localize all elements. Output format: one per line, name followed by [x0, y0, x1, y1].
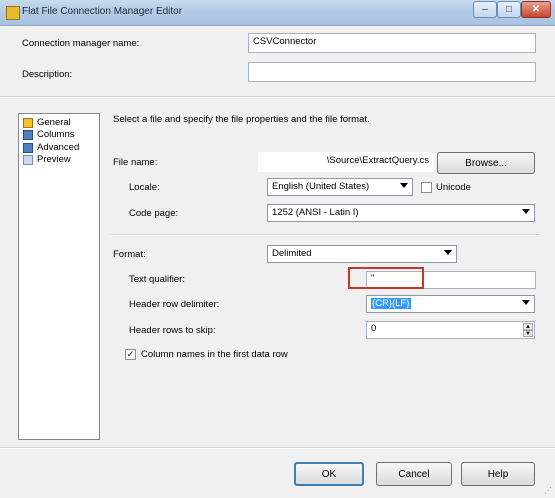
tree-item-preview[interactable]: Preview	[23, 153, 71, 166]
unicode-label: Unicode	[436, 182, 471, 193]
code-page-value: 1252 (ANSI - Latin I)	[272, 207, 359, 218]
header-row-delimiter-value: {CR}{LF}	[371, 298, 411, 309]
format-select[interactable]: Delimited	[267, 245, 457, 263]
highlight-box	[348, 267, 424, 289]
spin-up-icon[interactable]: ▲	[523, 323, 533, 330]
checkmark-icon: ✓	[126, 349, 135, 359]
connection-name-label: Connection manager name:	[22, 38, 140, 49]
app-icon	[6, 6, 20, 20]
window-title: Flat File Connection Manager Editor	[22, 6, 183, 17]
minimize-button[interactable]: –	[473, 1, 497, 18]
spin-down-icon[interactable]: ▼	[523, 330, 533, 337]
column-names-checkbox[interactable]: ✓	[125, 349, 136, 360]
top-divider	[0, 96, 555, 98]
help-button[interactable]: Help	[461, 462, 535, 486]
header-rows-to-skip-label: Header rows to skip:	[129, 325, 216, 336]
file-name-label: File name:	[113, 157, 158, 168]
general-icon	[23, 117, 33, 128]
tree-item-label: Columns	[37, 129, 75, 140]
column-names-label: Column names in the first data row	[141, 349, 288, 360]
close-button[interactable]: ✕	[521, 1, 551, 18]
locale-select[interactable]: English (United States)	[267, 178, 413, 196]
bottom-divider	[0, 447, 555, 449]
cancel-button[interactable]: Cancel	[376, 462, 452, 486]
locale-label: Locale:	[129, 182, 160, 193]
tree-item-label: Advanced	[37, 142, 80, 153]
format-label: Format:	[113, 249, 146, 260]
header-rows-to-skip-stepper[interactable]: 0 ▲ ▼	[366, 321, 535, 339]
file-name-input[interactable]: \Source\ExtractQuery.cs	[258, 152, 434, 172]
resize-grip-icon[interactable]: ⋰	[544, 487, 552, 495]
intro-text: Select a file and specify the file prope…	[113, 114, 370, 125]
connection-name-input[interactable]: CSVConnector	[248, 33, 536, 53]
description-input[interactable]	[248, 62, 536, 82]
tree-item-label: Preview	[37, 154, 71, 165]
page-tree[interactable]: General Columns Advanced Preview	[18, 113, 100, 440]
code-page-select[interactable]: 1252 (ANSI - Latin I)	[267, 204, 535, 222]
header-row-delimiter-label: Header row delimiter:	[129, 299, 220, 310]
title-bar[interactable]: Flat File Connection Manager Editor – □ …	[0, 0, 555, 26]
maximize-button[interactable]: □	[497, 1, 521, 18]
advanced-icon	[23, 142, 33, 153]
tree-item-label: General	[37, 117, 71, 128]
code-page-label: Code page:	[129, 208, 179, 219]
tree-item-columns[interactable]: Columns	[23, 128, 75, 141]
chevron-down-icon	[522, 209, 530, 214]
description-label: Description:	[22, 69, 73, 80]
columns-icon	[23, 129, 33, 140]
section-divider	[111, 234, 539, 236]
chevron-down-icon	[444, 250, 452, 255]
header-row-delimiter-select[interactable]: {CR}{LF}	[366, 295, 535, 313]
preview-icon	[23, 154, 33, 165]
text-qualifier-label: Text qualifier:	[129, 274, 185, 285]
format-value: Delimited	[272, 248, 312, 259]
ok-button[interactable]: OK	[294, 462, 364, 486]
header-rows-to-skip-value: 0	[371, 323, 377, 334]
unicode-checkbox[interactable]	[421, 182, 432, 193]
locale-value: English (United States)	[272, 181, 370, 192]
browse-button[interactable]: Browse...	[437, 152, 535, 174]
chevron-down-icon	[522, 300, 530, 305]
chevron-down-icon	[400, 183, 408, 188]
